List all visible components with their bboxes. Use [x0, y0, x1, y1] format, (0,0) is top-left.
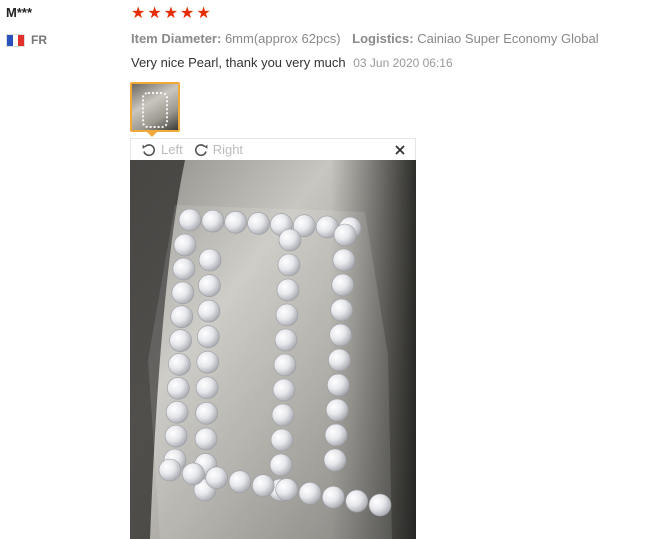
reviewer-country: FR — [6, 33, 47, 47]
photo-viewer-toolbar: Left Right — [130, 138, 416, 160]
pearl-bead — [322, 485, 345, 509]
pearl-bead — [332, 248, 356, 272]
pearl-bead — [324, 423, 348, 447]
star-icon: ★ — [147, 5, 162, 22]
pearl-bead — [172, 257, 196, 281]
pearl-bead — [276, 278, 300, 302]
pearl-bead — [198, 248, 222, 272]
rotate-right-label: Right — [212, 142, 244, 157]
pearl-bead — [272, 378, 296, 402]
pearl-bead — [368, 493, 392, 517]
feedback-text: Very nice Pearl, thank you very much — [131, 55, 346, 70]
pearl-bead — [247, 212, 270, 235]
pearl-bead — [166, 377, 190, 400]
pearl-bead — [275, 303, 299, 327]
pearl-bead — [196, 350, 220, 374]
attribute-logistics: Logistics: Cainiao Super Economy Global — [352, 31, 598, 46]
pearl-bead — [173, 233, 197, 257]
pearl-bead — [168, 353, 191, 376]
review-photo-large — [130, 160, 416, 539]
rotate-right-button[interactable]: Right — [193, 142, 243, 158]
pearl-bead — [197, 299, 221, 323]
rotate-right-icon — [194, 143, 208, 156]
pearl-bead — [170, 305, 194, 328]
pearl-bead — [228, 470, 252, 494]
pearl-bead — [325, 398, 349, 422]
pearl-bead — [195, 376, 219, 400]
pearl-bead — [194, 427, 218, 451]
star-icon: ★ — [163, 5, 179, 22]
reviewer-name: M*** — [6, 5, 33, 20]
pearl-bead — [252, 474, 275, 497]
close-viewer-button[interactable] — [395, 144, 405, 155]
thumbnail-caret-icon — [146, 131, 158, 137]
feedback-time: 03 Jun 2020 06:16 — [353, 56, 453, 70]
star-icon: ★ — [196, 5, 211, 22]
rotate-left-icon — [142, 143, 156, 156]
feedback: Very nice Pearl, thank you very much 03 … — [131, 55, 453, 70]
attribute-key: Item Diameter: — [131, 31, 222, 46]
rotate-left-label: Left — [161, 142, 183, 157]
star-rating: ★ ★ ★ ★ ★ — [131, 6, 211, 22]
pearl-bead — [330, 298, 353, 322]
pearl-bead — [198, 274, 221, 297]
pearl-bead — [273, 353, 297, 377]
pearl-bead — [298, 481, 322, 505]
pearl-bead — [197, 325, 220, 348]
pearl-bead — [345, 489, 368, 513]
pearls-photo — [130, 160, 416, 539]
close-icon — [395, 144, 405, 155]
rotate-left-button[interactable]: Left — [141, 142, 183, 158]
pearl-bead — [269, 453, 293, 477]
review-item: M*** FR ★ ★ ★ ★ ★ Item Diameter: 6mm(app… — [0, 0, 653, 539]
france-flag-icon — [6, 33, 25, 47]
pearl-bead — [270, 428, 294, 452]
attribute-key: Logistics: — [352, 31, 414, 46]
pearl-bead — [195, 402, 218, 425]
country-code: FR — [31, 33, 47, 47]
pearl-bead — [158, 458, 182, 482]
star-icon: ★ — [180, 5, 195, 22]
attribute-item-diameter: Item Diameter: 6mm(approx 62pcs) — [131, 31, 344, 46]
pearl-bead — [323, 448, 347, 472]
pearl-bead — [331, 273, 355, 297]
order-attributes: Item Diameter: 6mm(approx 62pcs) Logisti… — [131, 31, 599, 46]
thumbnail-photo — [142, 92, 168, 128]
pearl-bead — [181, 462, 205, 486]
pearl-bead — [278, 228, 302, 252]
pearl-bead — [275, 478, 298, 501]
pearl-bead — [224, 210, 247, 234]
pearl-bead — [329, 323, 352, 347]
pearl-bead — [327, 373, 350, 397]
pearl-bead — [205, 466, 228, 490]
pearl-bead — [333, 223, 357, 247]
pearl-bead — [164, 424, 188, 448]
pearl-bead — [165, 400, 189, 424]
pearl-bead — [171, 281, 195, 305]
pearl-bead — [169, 329, 192, 352]
pearl-bead — [277, 253, 301, 277]
pearl-bead — [201, 209, 225, 233]
pearl-bead — [178, 208, 202, 232]
review-photo-thumbnail[interactable] — [130, 82, 180, 132]
pearl-bead — [328, 348, 351, 372]
pearl-bead — [274, 328, 298, 352]
attribute-value: Cainiao Super Economy Global — [417, 31, 599, 46]
pearl-bead — [271, 403, 295, 427]
star-icon: ★ — [131, 5, 146, 22]
attribute-value: 6mm(approx 62pcs) — [224, 31, 341, 46]
